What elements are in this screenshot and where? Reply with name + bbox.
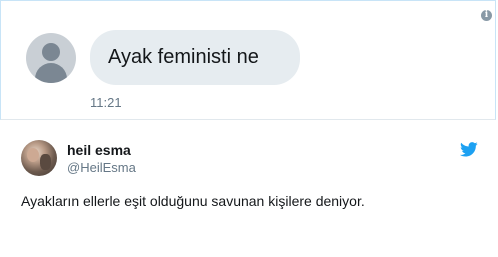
message-text: Ayak feministi ne (108, 46, 259, 68)
default-avatar-icon[interactable] (26, 33, 76, 83)
twitter-bird-icon[interactable] (460, 142, 478, 157)
tweet-text: Ayakların ellerle eşit olduğunu savunan … (21, 193, 365, 209)
user-handle[interactable]: @HeilEsma (67, 160, 136, 175)
avatar-detail (27, 148, 39, 162)
avatar-shoulders (35, 63, 67, 83)
message-bubble: Ayak feministi ne (90, 30, 300, 85)
dm-panel: i Ayak feministi ne 11:21 (0, 0, 496, 120)
avatar-head (42, 43, 60, 61)
message-timestamp: 11:21 (90, 95, 122, 110)
avatar[interactable] (21, 140, 57, 176)
tweet-card: heil esma @HeilEsma Ayakların ellerle eş… (0, 121, 498, 257)
avatar-detail (40, 154, 51, 170)
info-icon[interactable]: i (481, 10, 492, 21)
display-name[interactable]: heil esma (67, 142, 131, 158)
